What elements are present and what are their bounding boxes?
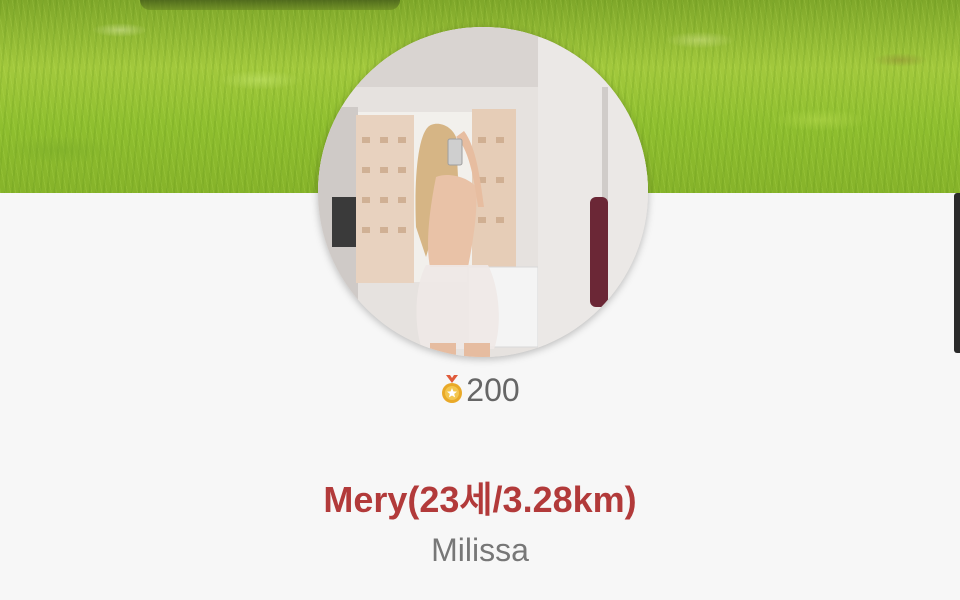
profile-avatar[interactable]: [318, 27, 648, 357]
profile-name: Mery(23세/3.28km): [323, 479, 637, 520]
medal-icon: [440, 374, 464, 406]
avatar-photo: [318, 27, 648, 357]
profile-screen: 200 Mery(23세/3.28km) Milissa: [0, 0, 960, 600]
points-row: 200: [0, 370, 960, 410]
scroll-edge: [954, 193, 960, 353]
profile-nickname: Milissa: [431, 532, 529, 568]
points-value: 200: [466, 372, 520, 408]
cover-hedge-detail: [140, 0, 400, 10]
